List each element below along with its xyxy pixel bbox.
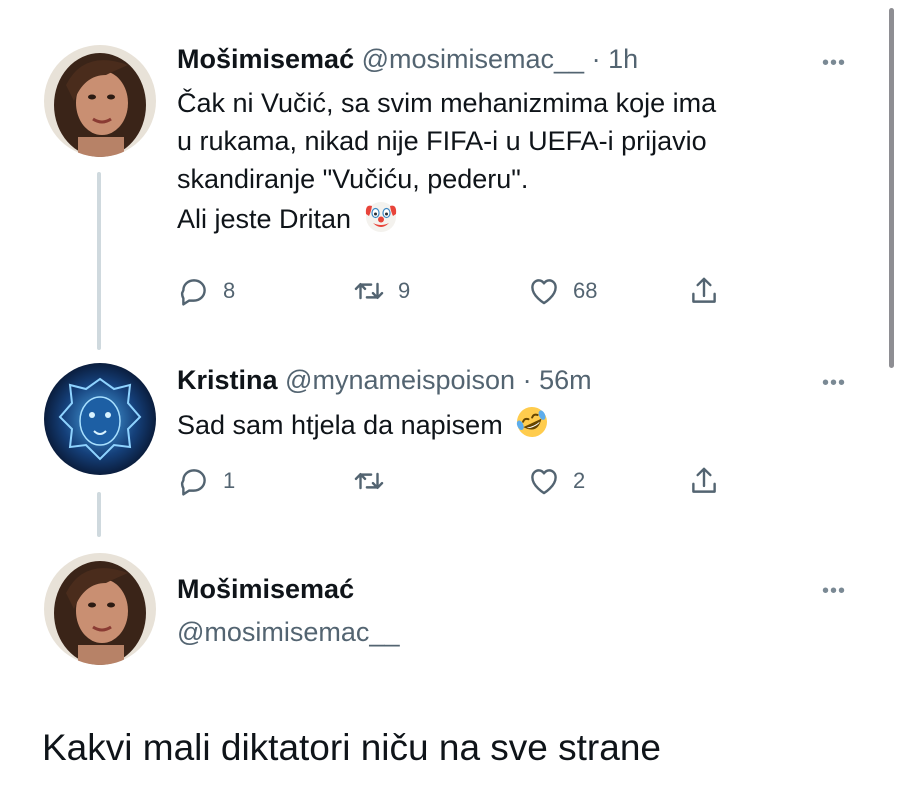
avatar[interactable] <box>44 553 156 665</box>
tweet-text-line: u rukama, nikad nije FIFA-i u UEFA-i pri… <box>177 126 707 156</box>
rolling-on-floor-laughing-icon <box>517 407 548 437</box>
like-count: 2 <box>573 468 586 493</box>
tweet-text-line: Sad sam htjela da napisem <box>177 410 503 440</box>
author-name[interactable]: Kristina <box>177 365 278 395</box>
reply-icon <box>180 469 206 496</box>
avatar[interactable] <box>44 363 156 475</box>
like-count: 68 <box>573 278 598 303</box>
tweet-text-line: Čak ni Vučić, sa svim mehanizmima koje i… <box>177 88 717 118</box>
avatar-woman-image <box>44 553 156 665</box>
tweet-text-line: Ali jeste Dritan <box>177 204 352 234</box>
time-separator: · <box>522 365 532 395</box>
reply-icon <box>180 279 206 306</box>
tweet-time[interactable]: 1h <box>608 44 638 74</box>
tweet-actions: 8 9 68 <box>177 274 721 308</box>
main-tweet-text: Kakvi mali diktatori niču na sve strane <box>42 727 661 768</box>
retweet-button[interactable]: 9 <box>352 274 527 308</box>
avatar-blue-lion-image <box>44 363 156 475</box>
retweet-icon <box>354 282 384 300</box>
thread-line <box>97 172 101 350</box>
like-button[interactable]: 68 <box>527 274 687 308</box>
tweet-text: Sad sam htjela da napisem <box>177 404 550 444</box>
author-name[interactable]: Mošimisemać <box>177 572 354 606</box>
heart-icon <box>531 279 557 305</box>
heart-icon <box>531 469 557 495</box>
more-options-icon[interactable]: ••• <box>822 52 846 75</box>
clown-face-icon <box>365 202 396 232</box>
scrollbar[interactable] <box>889 8 894 368</box>
reply-count: 8 <box>223 278 236 303</box>
retweet-button[interactable] <box>352 464 527 498</box>
thread-line <box>97 492 101 537</box>
retweet-count: 9 <box>398 278 411 303</box>
tweet-time[interactable]: 56m <box>539 365 592 395</box>
share-icon <box>692 277 716 303</box>
retweet-icon <box>354 472 384 490</box>
avatar[interactable] <box>44 45 156 157</box>
reply-button[interactable]: 8 <box>177 274 352 308</box>
author-handle[interactable]: @mosimisemac__ <box>362 44 584 74</box>
reply-count: 1 <box>223 468 236 493</box>
share-icon <box>692 467 716 493</box>
reply-button[interactable]: 1 <box>177 464 352 498</box>
share-button[interactable] <box>687 274 721 308</box>
like-button[interactable]: 2 <box>527 464 687 498</box>
avatar-woman-image <box>44 45 156 157</box>
author-handle[interactable]: @mynameispoison <box>285 365 515 395</box>
tweet-text-line-with-emoji: Ali jeste Dritan <box>177 198 716 238</box>
author-name[interactable]: Mošimisemać <box>177 44 354 74</box>
tweet-actions: 1 2 <box>177 464 721 498</box>
more-options-icon[interactable]: ••• <box>822 372 846 395</box>
tweet-text-line: skandiranje "Vučiću, pederu". <box>177 164 529 194</box>
time-separator: · <box>591 44 601 74</box>
tweet-text: Čak ni Vučić, sa svim mehanizmima koje i… <box>177 84 716 238</box>
author-handle[interactable]: @mosimisemac__ <box>177 615 399 649</box>
share-button[interactable] <box>687 464 721 498</box>
more-options-icon[interactable]: ••• <box>822 580 846 603</box>
